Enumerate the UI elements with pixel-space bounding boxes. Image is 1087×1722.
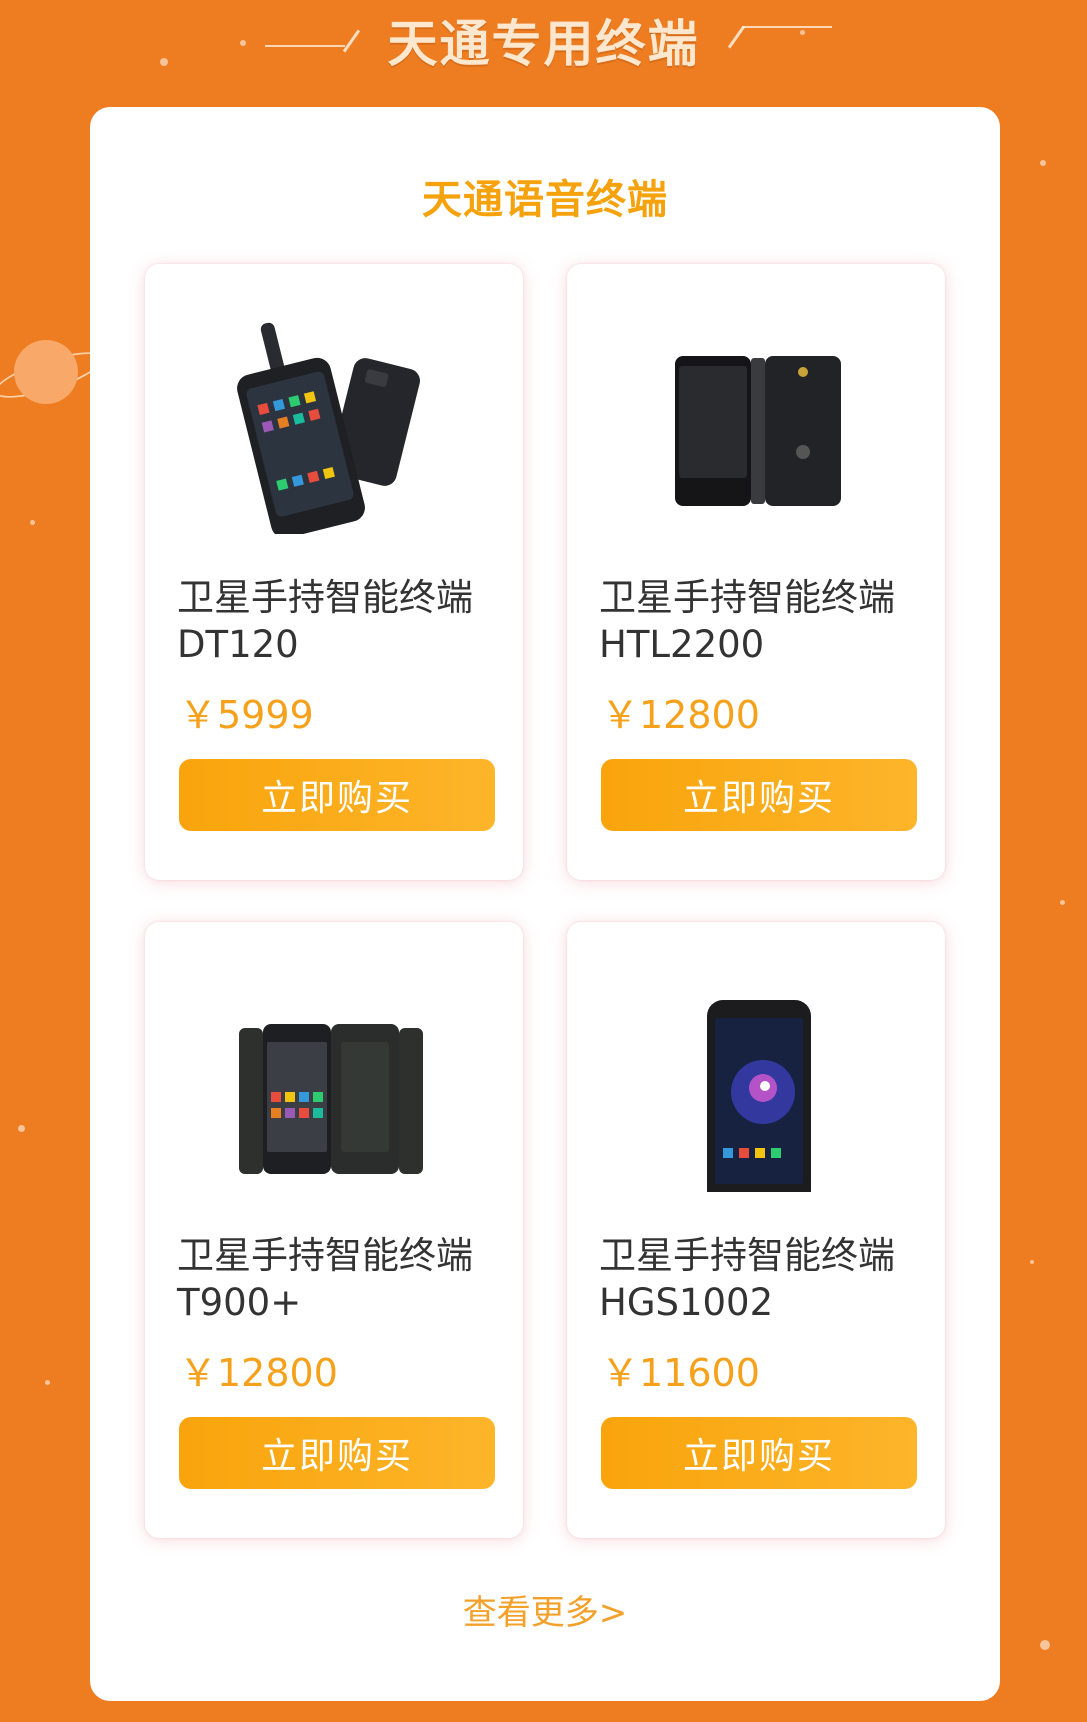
satellite-phone-image (707, 1000, 811, 1212)
product-card[interactable]: 卫星手持智能终端 DT120 ￥5999 立即购买 (145, 264, 523, 880)
product-name-text: 卫星手持智能终端 (177, 576, 473, 619)
panel-title: 天通语音终端 (422, 177, 668, 223)
satellite-phone-image (237, 322, 420, 539)
product-name: 卫星手持智能终端 HTL2200 (599, 574, 929, 668)
buy-now-button[interactable]: 立即购买 (179, 1417, 495, 1489)
section-header: 天通专用终端 (0, 0, 1087, 100)
product-name: 卫星手持智能终端 DT120 (177, 574, 507, 668)
product-model: T900+ (177, 1281, 302, 1324)
product-name-text: 卫星手持智能终端 (599, 576, 895, 619)
product-name: 卫星手持智能终端 HGS1002 (599, 1232, 929, 1326)
product-image (567, 284, 945, 534)
product-price: ￥12800 (601, 693, 760, 737)
satellite-phone-image (675, 356, 841, 506)
product-card[interactable]: 卫星手持智能终端 T900+ ￥12800 立即购买 (145, 922, 523, 1538)
product-model: HTL2200 (599, 623, 765, 666)
header-right-line (742, 26, 832, 28)
planet-decoration (14, 340, 78, 404)
buy-now-button[interactable]: 立即购买 (179, 759, 495, 831)
satellite-phone-image (239, 1024, 423, 1174)
product-panel: 天通语音终端 卫星手持智能终端 DT120 ￥5999 立即购买 卫星手持智能终… (90, 107, 1000, 1701)
product-name: 卫星手持智能终端 T900+ (177, 1232, 507, 1326)
product-price: ￥12800 (179, 1351, 338, 1395)
product-image (145, 284, 523, 539)
product-model: DT120 (177, 623, 299, 666)
section-title: 天通专用终端 (387, 15, 700, 73)
product-image (567, 942, 945, 1212)
product-model: HGS1002 (599, 1281, 774, 1324)
product-name-text: 卫星手持智能终端 (177, 1234, 473, 1277)
buy-now-button[interactable]: 立即购买 (601, 759, 917, 831)
product-image (145, 942, 523, 1192)
product-price: ￥11600 (601, 1351, 760, 1395)
product-name-text: 卫星手持智能终端 (599, 1234, 895, 1277)
product-card[interactable]: 卫星手持智能终端 HTL2200 ￥12800 立即购买 (567, 264, 945, 880)
buy-now-button[interactable]: 立即购买 (601, 1417, 917, 1489)
product-card[interactable]: 卫星手持智能终端 HGS1002 ￥11600 立即购买 (567, 922, 945, 1538)
view-more-link[interactable]: 查看更多> (90, 1585, 1000, 1634)
product-price: ￥5999 (179, 693, 314, 737)
